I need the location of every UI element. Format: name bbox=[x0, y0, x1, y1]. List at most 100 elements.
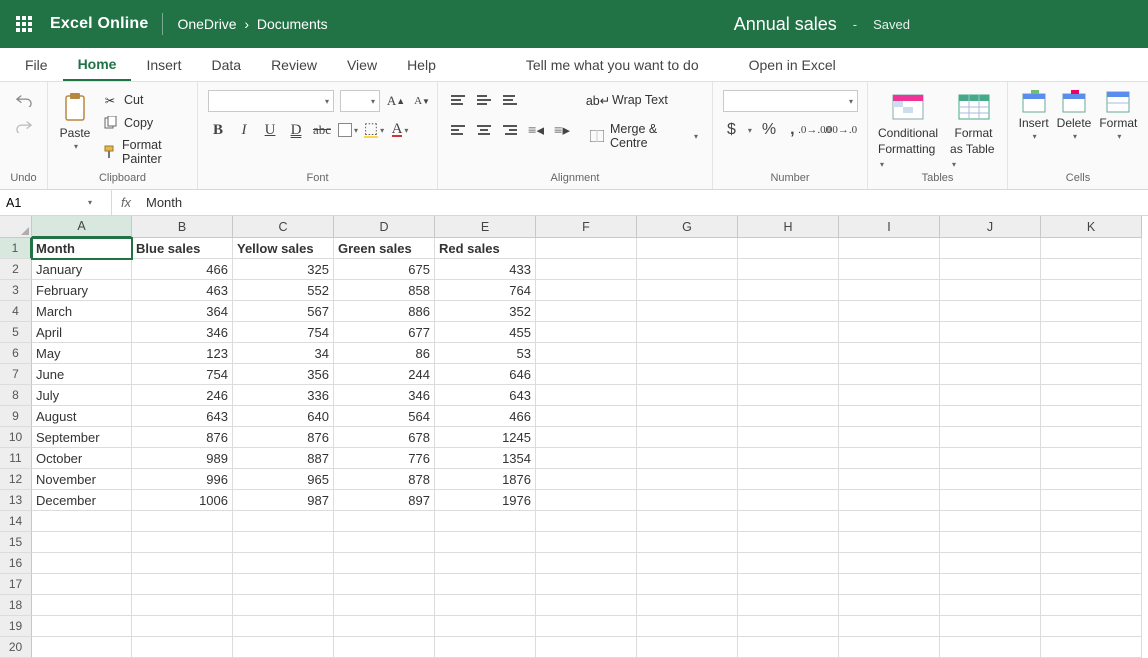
cell-I20[interactable] bbox=[839, 637, 940, 658]
cell-F11[interactable] bbox=[536, 448, 637, 469]
cell-I4[interactable] bbox=[839, 301, 940, 322]
cell-C2[interactable]: 325 bbox=[233, 259, 334, 280]
cell-K12[interactable] bbox=[1041, 469, 1142, 490]
cell-I5[interactable] bbox=[839, 322, 940, 343]
cell-C7[interactable]: 356 bbox=[233, 364, 334, 385]
column-header-F[interactable]: F bbox=[536, 216, 637, 238]
increase-decimal-button[interactable]: .0→.00 bbox=[805, 120, 825, 140]
cell-E4[interactable]: 352 bbox=[435, 301, 536, 322]
cell-A15[interactable] bbox=[32, 532, 132, 553]
cell-D13[interactable]: 897 bbox=[334, 490, 435, 511]
row-header-10[interactable]: 10 bbox=[0, 427, 32, 448]
cell-A14[interactable] bbox=[32, 511, 132, 532]
cell-F20[interactable] bbox=[536, 637, 637, 658]
cell-H16[interactable] bbox=[738, 553, 839, 574]
cell-G20[interactable] bbox=[637, 637, 738, 658]
cell-J19[interactable] bbox=[940, 616, 1041, 637]
document-name[interactable]: Annual sales bbox=[734, 14, 837, 35]
cell-J6[interactable] bbox=[940, 343, 1041, 364]
cell-F3[interactable] bbox=[536, 280, 637, 301]
row-header-6[interactable]: 6 bbox=[0, 343, 32, 364]
cell-F12[interactable] bbox=[536, 469, 637, 490]
cell-A1[interactable]: Month bbox=[32, 238, 132, 259]
cell-A8[interactable]: July bbox=[32, 385, 132, 406]
cell-I12[interactable] bbox=[839, 469, 940, 490]
row-header-2[interactable]: 2 bbox=[0, 259, 32, 280]
cell-I8[interactable] bbox=[839, 385, 940, 406]
cell-D14[interactable] bbox=[334, 511, 435, 532]
cell-I1[interactable] bbox=[839, 238, 940, 259]
breadcrumb-folder[interactable]: Documents bbox=[257, 16, 328, 32]
cell-G16[interactable] bbox=[637, 553, 738, 574]
cell-B12[interactable]: 996 bbox=[132, 469, 233, 490]
cell-B7[interactable]: 754 bbox=[132, 364, 233, 385]
cell-E2[interactable]: 433 bbox=[435, 259, 536, 280]
cell-F15[interactable] bbox=[536, 532, 637, 553]
cell-D3[interactable]: 858 bbox=[334, 280, 435, 301]
cell-A16[interactable] bbox=[32, 553, 132, 574]
cell-I16[interactable] bbox=[839, 553, 940, 574]
cell-B3[interactable]: 463 bbox=[132, 280, 233, 301]
format-painter-button[interactable]: Format Painter bbox=[98, 136, 187, 168]
cell-K2[interactable] bbox=[1041, 259, 1142, 280]
column-header-E[interactable]: E bbox=[435, 216, 536, 238]
cell-J7[interactable] bbox=[940, 364, 1041, 385]
column-header-J[interactable]: J bbox=[940, 216, 1041, 238]
cell-E18[interactable] bbox=[435, 595, 536, 616]
row-header-19[interactable]: 19 bbox=[0, 616, 32, 637]
cell-G3[interactable] bbox=[637, 280, 738, 301]
cell-K4[interactable] bbox=[1041, 301, 1142, 322]
cell-H7[interactable] bbox=[738, 364, 839, 385]
cell-H10[interactable] bbox=[738, 427, 839, 448]
cell-I15[interactable] bbox=[839, 532, 940, 553]
cell-D10[interactable]: 678 bbox=[334, 427, 435, 448]
cell-E9[interactable]: 466 bbox=[435, 406, 536, 427]
column-header-K[interactable]: K bbox=[1041, 216, 1142, 238]
row-header-9[interactable]: 9 bbox=[0, 406, 32, 427]
cell-I3[interactable] bbox=[839, 280, 940, 301]
cell-B19[interactable] bbox=[132, 616, 233, 637]
cell-F17[interactable] bbox=[536, 574, 637, 595]
cell-I10[interactable] bbox=[839, 427, 940, 448]
cell-J18[interactable] bbox=[940, 595, 1041, 616]
cell-D8[interactable]: 346 bbox=[334, 385, 435, 406]
format-as-table-button[interactable]: Format as Table ▾ bbox=[950, 90, 997, 170]
align-right-button[interactable] bbox=[500, 120, 520, 140]
cell-J2[interactable] bbox=[940, 259, 1041, 280]
merge-centre-button[interactable]: Merge & Centre▾ bbox=[586, 120, 702, 152]
cell-J14[interactable] bbox=[940, 511, 1041, 532]
menu-view[interactable]: View bbox=[332, 48, 392, 81]
cell-A17[interactable] bbox=[32, 574, 132, 595]
cell-E13[interactable]: 1976 bbox=[435, 490, 536, 511]
cell-G13[interactable] bbox=[637, 490, 738, 511]
strikethrough-button[interactable]: abc bbox=[312, 120, 332, 140]
increase-indent-button[interactable]: ≡▸ bbox=[552, 120, 572, 140]
cell-C18[interactable] bbox=[233, 595, 334, 616]
insert-cells-button[interactable]: Insert▾ bbox=[1019, 90, 1049, 141]
cell-E16[interactable] bbox=[435, 553, 536, 574]
comma-format-button[interactable]: , bbox=[786, 121, 798, 139]
cell-A3[interactable]: February bbox=[32, 280, 132, 301]
cell-H19[interactable] bbox=[738, 616, 839, 637]
cell-G8[interactable] bbox=[637, 385, 738, 406]
row-header-14[interactable]: 14 bbox=[0, 511, 32, 532]
cell-I11[interactable] bbox=[839, 448, 940, 469]
cell-H3[interactable] bbox=[738, 280, 839, 301]
cell-J13[interactable] bbox=[940, 490, 1041, 511]
decrease-indent-button[interactable]: ≡◂ bbox=[526, 120, 546, 140]
cell-J10[interactable] bbox=[940, 427, 1041, 448]
shrink-font-button[interactable]: A▼ bbox=[412, 91, 432, 111]
cell-C17[interactable] bbox=[233, 574, 334, 595]
cell-K8[interactable] bbox=[1041, 385, 1142, 406]
align-middle-button[interactable] bbox=[474, 90, 494, 110]
cell-C12[interactable]: 965 bbox=[233, 469, 334, 490]
cell-A11[interactable]: October bbox=[32, 448, 132, 469]
row-header-4[interactable]: 4 bbox=[0, 301, 32, 322]
italic-button[interactable]: I bbox=[234, 120, 254, 140]
cell-J11[interactable] bbox=[940, 448, 1041, 469]
cell-B4[interactable]: 364 bbox=[132, 301, 233, 322]
cell-H17[interactable] bbox=[738, 574, 839, 595]
cell-K1[interactable] bbox=[1041, 238, 1142, 259]
row-header-20[interactable]: 20 bbox=[0, 637, 32, 658]
cell-H15[interactable] bbox=[738, 532, 839, 553]
